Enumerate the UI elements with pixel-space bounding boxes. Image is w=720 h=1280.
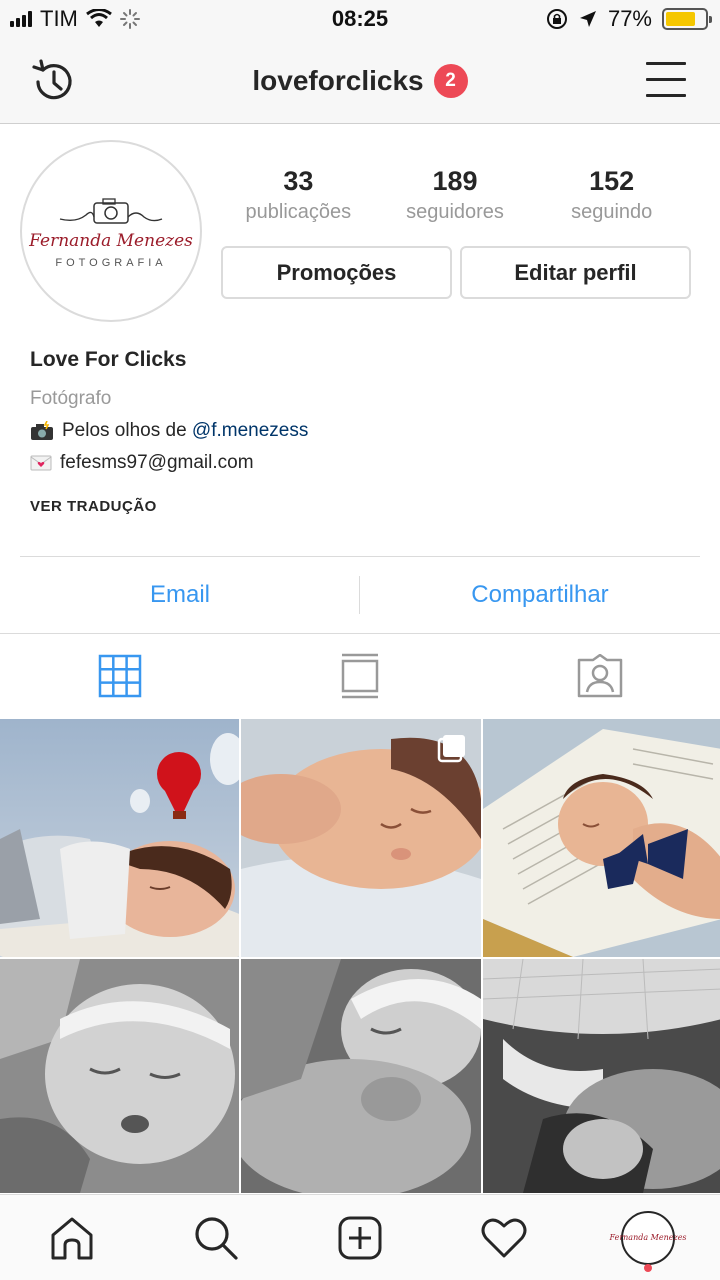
tab-tagged[interactable] [480,634,720,718]
notification-dot [644,1264,652,1272]
profile-stats: 33 publicações 189 seguidores 152 seguin… [220,166,690,224]
action-divider [359,576,360,614]
multiple-photos-icon [437,735,465,763]
avatar-script-text: Fernanda Menezes [29,231,193,251]
email-action-button[interactable]: Email [0,557,360,633]
menu-icon[interactable] [646,62,686,98]
stat-followers[interactable]: 189 seguidores [377,166,534,224]
tagged-tab-icon [577,654,623,698]
bio-mention-link[interactable]: @f.menezess [192,420,308,441]
grid-tab-icon [98,654,142,698]
status-bar: TIM 08:25 77% [0,0,720,40]
nav-profile[interactable]: Fernanda Menezes [576,1195,720,1280]
stat-posts-value: 33 [283,166,314,196]
post-image-baby-bible [483,719,720,957]
stat-following-value: 152 [589,166,635,196]
username-label: loveforclicks [252,65,424,96]
orientation-lock-icon [546,9,567,29]
avatar-sub-text: FOTOGRAFIA [55,257,167,269]
post-image-newborn-bw-3 [483,959,720,1193]
grid-post[interactable] [0,959,239,1193]
grid-post[interactable] [483,719,720,957]
grid-post[interactable] [483,959,720,1193]
photo-grid [0,719,720,1193]
contact-actions: Email Compartilhar [0,557,720,633]
bio-line-1-text: Pelos olhos de [62,420,192,441]
post-image-newborn-bw-1 [0,959,239,1193]
stat-posts-label: publicações [245,201,352,223]
tab-grid[interactable] [0,634,240,718]
love-letter-icon [30,455,52,471]
share-action-button[interactable]: Compartilhar [360,557,720,633]
promotions-button[interactable]: Promoções [221,246,452,299]
stat-posts[interactable]: 33 publicações [220,166,377,224]
activity-heart-icon [481,1218,527,1257]
battery-fill [666,12,696,26]
nav-new-post[interactable] [288,1195,432,1280]
tab-feed[interactable] [240,634,480,718]
bio-email-text: fefesms97@gmail.com [60,452,254,473]
battery-icon [662,8,712,30]
profile-tabs [0,634,720,718]
profile-nav-bar: loveforclicks 2 [0,40,720,124]
avatar-small-logo-text: Fernanda Menezes [609,1233,687,1242]
edit-profile-button[interactable]: Editar perfil [460,246,691,299]
profile-bio: Love For Clicks Fotógrafo Pelos olhos de… [30,348,690,515]
profile-avatar[interactable]: Fernanda Menezes FOTOGRAFIA [20,140,202,322]
notification-badge: 2 [433,64,468,98]
camera-logo-icon [59,198,163,224]
location-arrow-icon [579,11,596,27]
bio-name: Love For Clicks [30,348,187,371]
stat-followers-label: seguidores [406,201,504,223]
search-icon [195,1216,238,1260]
post-image-baby-balloon [0,719,239,957]
avatar-logo: Fernanda Menezes FOTOGRAFIA [29,150,193,312]
stat-following[interactable]: 152 seguindo [533,166,690,224]
profile-avatar-small: Fernanda Menezes [609,1210,687,1265]
bio-line-2: fefesms97@gmail.com [30,452,690,474]
bio-line-1: Pelos olhos de @f.menezess [30,420,690,442]
battery-percent: 77% [607,6,652,31]
post-image-newborn-bw-2 [241,959,481,1193]
grid-post[interactable] [0,719,239,957]
nav-activity[interactable] [432,1195,576,1280]
new-post-icon [338,1216,382,1259]
home-icon [51,1217,93,1259]
bio-category: Fotógrafo [30,388,112,409]
camera-flash-icon [31,421,53,440]
grid-post[interactable] [241,959,481,1193]
see-translation-link[interactable]: VER TRADUÇÃO [30,498,690,515]
username-title[interactable]: loveforclicks 2 [0,64,720,98]
nav-search[interactable] [144,1195,288,1280]
feed-tab-icon [341,653,379,699]
status-right: 77% [546,6,712,32]
nav-home[interactable] [0,1195,144,1280]
stat-followers-value: 189 [432,166,478,196]
bottom-tab-bar: Fernanda Menezes [0,1194,720,1280]
stat-following-label: seguindo [571,201,653,223]
grid-post[interactable] [241,719,481,957]
